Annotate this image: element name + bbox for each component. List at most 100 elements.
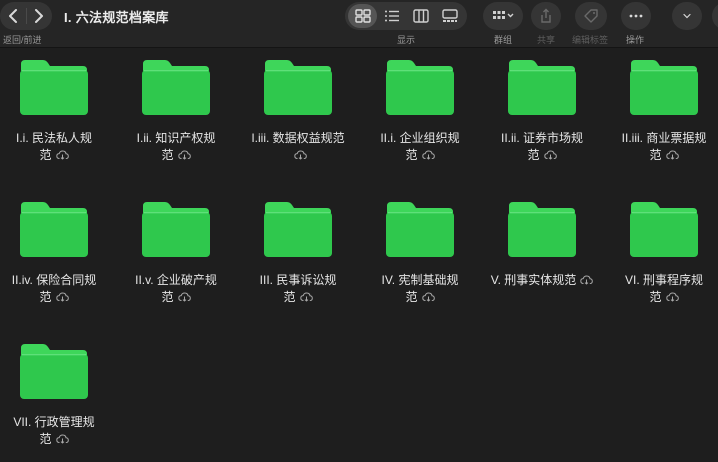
chevron-right-icon xyxy=(35,9,44,23)
tag-icon xyxy=(584,9,598,23)
back-button[interactable] xyxy=(0,2,26,30)
folder-icon xyxy=(142,60,210,115)
folder-label: VII. 行政管理规范 xyxy=(0,414,109,448)
edit-tags-label: 编辑标签 xyxy=(572,35,609,45)
icloud-download-icon xyxy=(177,292,191,302)
folder-name: II.iv. 保险合同规 xyxy=(11,273,97,287)
column-view-button[interactable] xyxy=(406,4,435,28)
folder-icon xyxy=(20,344,88,399)
chevron-left-icon xyxy=(8,9,17,23)
folder-name: VII. 行政管理规 xyxy=(13,415,95,429)
action-label: 操作 xyxy=(626,35,645,45)
folder-item[interactable]: II.ii. 证券市场规范 xyxy=(487,48,597,164)
icloud-download-icon xyxy=(293,150,307,160)
view-mode-group xyxy=(345,2,467,30)
folder-label: II.iv. 保险合同规范 xyxy=(0,272,109,306)
icloud-download-icon xyxy=(580,275,594,285)
nav-button-group xyxy=(0,2,52,30)
folder-name: III. 民事诉讼规 xyxy=(259,273,337,287)
folder-name: II.ii. 证券市场规 xyxy=(500,131,583,145)
folder-item[interactable]: I.i. 民法私人规范 xyxy=(0,48,109,164)
folder-icon xyxy=(264,60,332,115)
folder-name: II.i. 企业组织规 xyxy=(380,131,460,145)
folder-item[interactable]: V. 刑事实体规范 xyxy=(487,190,597,289)
folder-item[interactable]: II.iii. 商业票据规范 xyxy=(609,48,718,164)
icloud-download-icon xyxy=(55,434,69,444)
folder-icon xyxy=(264,202,332,257)
search-button[interactable] xyxy=(712,2,718,30)
folder-icon xyxy=(386,60,454,115)
folder-icon xyxy=(386,202,454,257)
icloud-download-icon xyxy=(421,292,435,302)
share-icon xyxy=(541,8,551,23)
folder-name-wrap: 范 xyxy=(405,148,418,162)
list-view-button[interactable] xyxy=(377,4,406,28)
icloud-download-icon xyxy=(421,150,435,160)
share-label: 共享 xyxy=(537,35,556,45)
gallery-view-button[interactable] xyxy=(435,4,464,28)
folder-label: II.v. 企业破产规范 xyxy=(121,272,231,306)
gallery-icon xyxy=(441,9,458,22)
folder-item[interactable]: IV. 宪制基础规范 xyxy=(365,190,475,306)
folder-item[interactable]: I.iii. 数据权益规范 xyxy=(243,48,353,164)
group-label: 群组 xyxy=(494,35,513,45)
folder-item[interactable]: II.v. 企业破产规范 xyxy=(121,190,231,306)
folder-name: II.iii. 商业票据规 xyxy=(621,131,707,145)
folder-label: I.i. 民法私人规范 xyxy=(0,130,109,164)
folder-name: VI. 刑事程序规 xyxy=(624,273,703,287)
group-grid-icon xyxy=(493,11,514,19)
folder-item[interactable]: III. 民事诉讼规范 xyxy=(243,190,353,306)
folder-icon xyxy=(20,202,88,257)
folder-name: I.iii. 数据权益规范 xyxy=(251,131,345,145)
folder-icon xyxy=(20,60,88,115)
folder-name-wrap: 范 xyxy=(649,290,662,304)
chevron-down-icon xyxy=(683,13,691,19)
folder-name-wrap: 范 xyxy=(649,148,662,162)
icloud-download-icon xyxy=(543,150,557,160)
folder-label: I.iii. 数据权益规范 xyxy=(243,130,353,164)
list-icon xyxy=(384,10,399,22)
icon-view-button[interactable] xyxy=(348,4,377,28)
ellipsis-icon xyxy=(629,14,643,18)
folder-label: I.ii. 知识产权规范 xyxy=(121,130,231,164)
folder-item[interactable]: VII. 行政管理规范 xyxy=(0,332,109,448)
folder-label: IV. 宪制基础规范 xyxy=(365,272,475,306)
folder-label: II.iii. 商业票据规范 xyxy=(609,130,718,164)
grid-icon xyxy=(354,9,371,23)
folder-item[interactable]: II.iv. 保险合同规范 xyxy=(0,190,109,306)
folder-name-wrap: 范 xyxy=(405,290,418,304)
action-button[interactable] xyxy=(621,2,651,30)
group-button[interactable] xyxy=(483,2,523,30)
toolbar: 返回/前进 I. 六法规范档案库 显示 群组 共享 编辑标签 操作 xyxy=(0,0,718,48)
folder-name: IV. 宪制基础规 xyxy=(381,273,459,287)
folder-grid: I.i. 民法私人规范 I.ii. 知识产权规范 I.iii. 数据权益规范 II.i… xyxy=(0,48,718,462)
folder-name: II.v. 企业破产规 xyxy=(135,273,217,287)
folder-name-wrap: 范 xyxy=(283,290,296,304)
folder-name: I.i. 民法私人规 xyxy=(15,131,92,145)
folder-icon xyxy=(142,202,210,257)
more-toolbar-button[interactable] xyxy=(672,2,702,30)
folder-icon xyxy=(630,202,698,257)
folder-label: VI. 刑事程序规范 xyxy=(609,272,718,306)
edit-tags-button[interactable] xyxy=(575,2,607,30)
window-title: I. 六法规范档案库 xyxy=(64,10,169,25)
icloud-download-icon xyxy=(665,292,679,302)
folder-label: V. 刑事实体规范 xyxy=(487,272,597,289)
share-button[interactable] xyxy=(531,2,561,30)
folder-item[interactable]: VI. 刑事程序规范 xyxy=(609,190,718,306)
folder-icon xyxy=(508,60,576,115)
folder-item[interactable]: II.i. 企业组织规范 xyxy=(365,48,475,164)
icloud-download-icon xyxy=(665,150,679,160)
icloud-download-icon xyxy=(177,150,191,160)
icloud-download-icon xyxy=(299,292,313,302)
nav-label: 返回/前进 xyxy=(3,35,42,45)
folder-icon xyxy=(630,60,698,115)
forward-button[interactable] xyxy=(27,2,53,30)
folder-label: II.ii. 证券市场规范 xyxy=(487,130,597,164)
icloud-download-icon xyxy=(55,292,69,302)
folder-name-wrap: 范 xyxy=(39,290,52,304)
folder-label: III. 民事诉讼规范 xyxy=(243,272,353,306)
folder-name-wrap: 范 xyxy=(527,148,540,162)
folder-item[interactable]: I.ii. 知识产权规范 xyxy=(121,48,231,164)
folder-name: I.ii. 知识产权规 xyxy=(136,131,216,145)
